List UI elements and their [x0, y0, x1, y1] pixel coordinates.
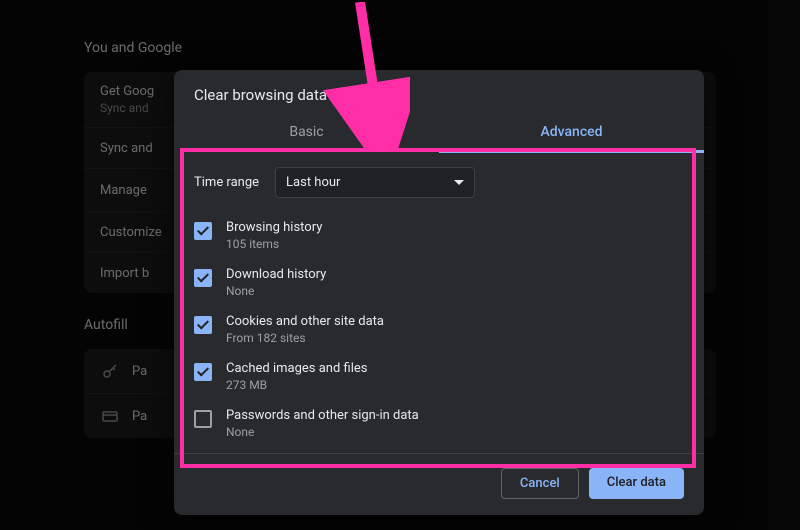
checkbox[interactable] [194, 410, 212, 428]
option-sub: None [226, 284, 326, 298]
option-browsing-history[interactable]: Browsing history 105 items [194, 212, 684, 259]
option-sub: 105 items [226, 237, 322, 251]
cancel-button[interactable]: Cancel [501, 468, 579, 499]
checkbox[interactable] [194, 316, 212, 334]
checkbox[interactable] [194, 269, 212, 287]
option-sub: From 182 sites [226, 331, 384, 345]
time-range-row: Time range Last hour [194, 167, 684, 198]
option-label: Passwords and other sign-in data [226, 408, 419, 423]
clear-browsing-data-dialog: Clear browsing data Basic Advanced Time … [174, 70, 704, 515]
option-sub: 273 MB [226, 378, 367, 392]
option-cached-images[interactable]: Cached images and files 273 MB [194, 353, 684, 400]
option-download-history[interactable]: Download history None [194, 259, 684, 306]
option-passwords[interactable]: Passwords and other sign-in data None [194, 400, 684, 447]
tab-basic[interactable]: Basic [174, 114, 439, 153]
dialog-title: Clear browsing data [174, 70, 704, 114]
time-range-select[interactable]: Last hour [275, 167, 475, 198]
dialog-tabs: Basic Advanced [174, 114, 704, 153]
option-list: Browsing history 105 items Download hist… [194, 212, 684, 453]
option-label: Cached images and files [226, 361, 367, 376]
caret-down-icon [454, 180, 464, 185]
time-range-value: Last hour [286, 175, 340, 190]
checkbox[interactable] [194, 222, 212, 240]
clear-data-button[interactable]: Clear data [589, 468, 684, 499]
dialog-body: Time range Last hour Browsing history 10… [174, 153, 704, 453]
checkbox[interactable] [194, 363, 212, 381]
option-label: Cookies and other site data [226, 314, 384, 329]
option-label: Download history [226, 267, 326, 282]
dialog-actions: Cancel Clear data [174, 453, 704, 515]
option-label: Browsing history [226, 220, 322, 235]
time-range-label: Time range [194, 175, 259, 190]
option-cookies[interactable]: Cookies and other site data From 182 sit… [194, 306, 684, 353]
tab-advanced[interactable]: Advanced [439, 114, 704, 153]
option-sub: None [226, 425, 419, 439]
